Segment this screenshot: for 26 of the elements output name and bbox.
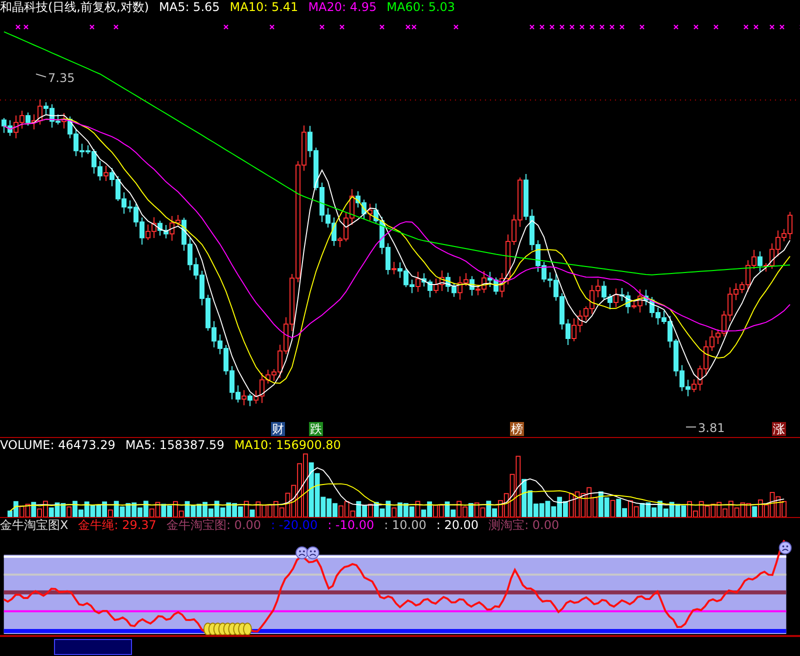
sad-face-icon bbox=[296, 546, 308, 560]
moving-average-value: MA20: 4.95 bbox=[308, 0, 377, 14]
low-price-label: 3.81 bbox=[686, 421, 725, 435]
volume-value: VOLUME: 46473.29 bbox=[0, 438, 116, 452]
signal-tag: 财 bbox=[271, 422, 285, 436]
stock-title: 和晶科技(日线,前复权,对数) bbox=[0, 0, 149, 14]
volume-value: MA10: 156900.80 bbox=[234, 438, 341, 452]
indicator-value: : 10.00 bbox=[384, 518, 426, 532]
signal-tag: 跌 bbox=[309, 422, 323, 436]
signal-tag: 榜 bbox=[510, 422, 524, 436]
indicator-value: 金牛淘宝图: 0.00 bbox=[166, 518, 262, 532]
sad-face-icon bbox=[778, 541, 792, 554]
moving-average-value: MA5: 5.65 bbox=[159, 0, 220, 14]
indicator-value: 测淘宝: 0.00 bbox=[488, 518, 560, 532]
signal-tag: 涨 bbox=[772, 422, 786, 436]
coin-row-drawing bbox=[203, 622, 252, 635]
indicator-value: : 20.00 bbox=[436, 518, 479, 532]
volume-value: MA5: 158387.59 bbox=[125, 438, 224, 452]
sad-face-icon bbox=[306, 546, 320, 560]
indicator-value: : -20.00 bbox=[271, 518, 318, 532]
indicator-value: 金牛绳: 29.37 bbox=[78, 518, 156, 532]
indicator-title: 金牛淘宝图X bbox=[0, 518, 68, 532]
indicator-value: : -10.00 bbox=[328, 518, 374, 532]
moving-average-value: MA60: 5.03 bbox=[386, 0, 456, 14]
moving-average-value: MA10: 5.41 bbox=[230, 0, 298, 14]
high-price-label: 7.35 bbox=[36, 71, 75, 85]
